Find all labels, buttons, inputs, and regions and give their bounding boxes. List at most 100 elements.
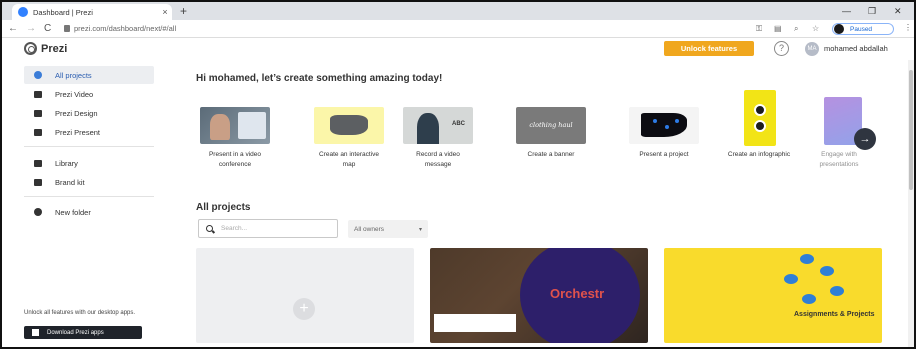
assign-bubble bbox=[800, 254, 814, 264]
profile-button[interactable]: Paused bbox=[832, 23, 894, 35]
sidebar-item-label: Prezi Design bbox=[55, 108, 98, 118]
template-card-record-video[interactable]: ABC Record a video message bbox=[403, 107, 473, 170]
sidebar-divider bbox=[24, 146, 154, 147]
forward-arrow-icon[interactable]: → bbox=[26, 22, 36, 36]
sidebar-item-label: Brand kit bbox=[55, 177, 85, 187]
project-dot bbox=[675, 119, 679, 123]
scrollbar-thumb[interactable] bbox=[909, 70, 913, 190]
plus-circle-icon bbox=[34, 208, 42, 216]
new-project-card[interactable]: + bbox=[196, 248, 414, 343]
user-name[interactable]: mohamed abdallah bbox=[824, 44, 888, 53]
search-input[interactable] bbox=[221, 225, 321, 232]
project-title: Assignments & Projects bbox=[794, 311, 875, 318]
slide-panel bbox=[238, 112, 266, 139]
key-icon[interactable]: ⚿ bbox=[756, 23, 762, 35]
project-thumbnail bbox=[629, 107, 699, 144]
template-card-label: Present a project bbox=[639, 151, 689, 158]
main-content: Hi mohamed, let’s create something amazi… bbox=[172, 60, 914, 347]
all-projects-icon bbox=[34, 71, 42, 79]
search-box[interactable] bbox=[198, 219, 338, 238]
unlock-features-button[interactable]: Unlock features bbox=[664, 41, 754, 56]
browser-window: Dashboard | Prezi × + — ❐ ✕ ← → C prezi.… bbox=[0, 0, 916, 349]
url-field[interactable]: prezi.com/dashboard/next/#/all bbox=[74, 23, 176, 35]
tab-close-icon[interactable]: × bbox=[158, 7, 172, 17]
sidebar-item-all-projects[interactable]: All projects bbox=[24, 66, 154, 84]
prezi-logo[interactable]: Prezi bbox=[24, 42, 67, 55]
video-conference-thumbnail bbox=[200, 107, 270, 144]
template-card-label: Create an infographic bbox=[727, 151, 791, 158]
translate-icon[interactable]: ▤ bbox=[774, 23, 782, 35]
sidebar-item-prezi-present[interactable]: Prezi Present bbox=[24, 123, 154, 141]
zoom-icon[interactable]: ⌕ bbox=[794, 23, 798, 35]
template-card-video-conference[interactable]: Present in a video conference bbox=[200, 107, 270, 170]
lock-icon bbox=[64, 25, 70, 32]
sidebar-item-brand-kit[interactable]: Brand kit bbox=[24, 173, 154, 191]
project-title: Orchestr bbox=[550, 286, 605, 301]
infographic-thumbnail bbox=[724, 90, 794, 146]
bookmark-star-icon[interactable]: ☆ bbox=[812, 23, 819, 35]
logo-text: Prezi bbox=[41, 42, 68, 55]
project-caption-box bbox=[434, 314, 516, 332]
infographic-poster bbox=[744, 90, 776, 146]
sidebar-item-prezi-design[interactable]: Prezi Design bbox=[24, 104, 154, 122]
prezi-favicon-icon bbox=[18, 7, 28, 17]
download-prezi-apps-button[interactable]: Download Prezi apps bbox=[24, 326, 142, 339]
download-label: Download Prezi apps bbox=[47, 329, 104, 336]
project-card-assignments[interactable]: Assignments & Projects bbox=[664, 248, 882, 343]
prezi-logo-icon bbox=[24, 42, 37, 55]
vertical-scrollbar[interactable] bbox=[908, 60, 914, 347]
sidebar: All projects Prezi Video Prezi Design Pr… bbox=[2, 60, 172, 347]
template-card-project[interactable]: Present a project bbox=[629, 107, 699, 160]
search-icon bbox=[206, 225, 213, 232]
interactive-map-thumbnail bbox=[314, 107, 384, 144]
owners-dropdown-value: All owners bbox=[354, 225, 384, 233]
template-card-label: Present in a video conference bbox=[208, 151, 262, 168]
carousel-next-button[interactable]: → bbox=[854, 128, 876, 150]
template-card-banner[interactable]: clothing haul Create a banner bbox=[516, 107, 586, 160]
present-icon bbox=[34, 128, 42, 136]
tab-bar: Dashboard | Prezi × + — ❐ ✕ bbox=[2, 2, 914, 20]
app-header: Prezi Unlock features ? MA mohamed abdal… bbox=[2, 38, 914, 60]
chevron-down-icon: ▾ bbox=[418, 226, 422, 233]
infographic-ring bbox=[754, 120, 766, 132]
window-maximize-button[interactable]: ❐ bbox=[868, 4, 876, 18]
new-tab-button[interactable]: + bbox=[180, 4, 187, 18]
help-icon[interactable]: ? bbox=[774, 41, 789, 56]
assign-bubble bbox=[820, 266, 834, 276]
user-avatar[interactable]: MA bbox=[805, 42, 819, 56]
sidebar-item-label: Prezi Present bbox=[55, 127, 101, 137]
profile-avatar bbox=[834, 24, 844, 34]
sidebar-item-library[interactable]: Library bbox=[24, 154, 154, 172]
profile-status: Paused bbox=[850, 25, 873, 33]
sidebar-item-prezi-video[interactable]: Prezi Video bbox=[24, 85, 154, 103]
reload-icon[interactable]: C bbox=[44, 22, 51, 36]
sidebar-item-label: All projects bbox=[55, 70, 92, 80]
window-close-button[interactable]: ✕ bbox=[894, 4, 902, 18]
infographic-ring bbox=[754, 104, 766, 116]
owners-dropdown[interactable]: All owners ▾ bbox=[348, 220, 428, 238]
template-card-label: Engage with presentations bbox=[819, 151, 859, 168]
browser-menu-icon[interactable]: ⋮ bbox=[904, 23, 912, 32]
assign-bubble bbox=[784, 274, 798, 284]
sidebar-item-label: New folder bbox=[55, 207, 91, 217]
browser-tab[interactable]: Dashboard | Prezi × bbox=[12, 4, 172, 20]
sidebar-item-label: Prezi Video bbox=[55, 89, 94, 99]
library-icon bbox=[34, 159, 42, 167]
sidebar-item-new-folder[interactable]: New folder bbox=[24, 203, 154, 221]
desktop-apps-message: Unlock all features with our desktop app… bbox=[24, 310, 136, 316]
template-card-label: Record a video message bbox=[416, 151, 460, 168]
project-dot bbox=[653, 119, 657, 123]
back-arrow-icon[interactable]: ← bbox=[8, 22, 18, 36]
template-card-infographic[interactable]: Create an infographic bbox=[724, 90, 794, 160]
assign-bubble bbox=[830, 286, 844, 296]
tab-title: Dashboard | Prezi bbox=[33, 7, 93, 17]
sidebar-divider bbox=[24, 196, 154, 197]
template-card-label: Create an interactive map bbox=[319, 151, 379, 168]
assign-bubble bbox=[802, 294, 816, 304]
project-card-orchestr[interactable]: Orchestr bbox=[430, 248, 648, 343]
project-shape bbox=[641, 113, 687, 137]
design-icon bbox=[34, 109, 42, 117]
template-card-interactive-map[interactable]: Create an interactive map bbox=[314, 107, 384, 170]
window-minimize-button[interactable]: — bbox=[842, 4, 851, 18]
abc-text: ABC bbox=[452, 121, 465, 127]
